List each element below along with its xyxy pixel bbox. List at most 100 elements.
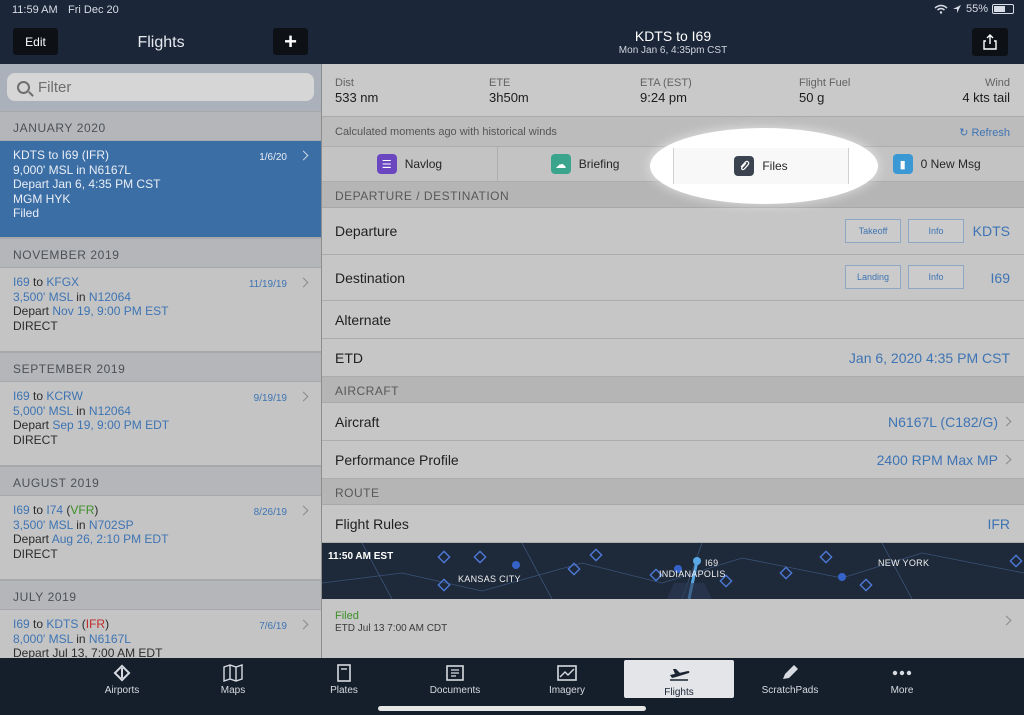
tab-airports[interactable]: Airports	[67, 658, 177, 699]
destination-info-button[interactable]: Info	[908, 265, 964, 289]
flight-date: 9/19/19	[253, 393, 287, 404]
battery-icon	[992, 4, 1014, 14]
section-aircraft: AIRCRAFT	[322, 377, 1024, 403]
section-header-january-2020: JANUARY 2020	[0, 111, 321, 141]
row-alternate[interactable]: Alternate	[322, 301, 1024, 339]
landing-button[interactable]: Landing	[845, 265, 901, 289]
tab-navlog[interactable]: ☰ Navlog	[322, 147, 498, 181]
status-right: 55%	[934, 3, 1014, 15]
flight-date: 11/19/19	[248, 279, 287, 290]
filter-input[interactable]: Filter	[7, 73, 314, 101]
documents-icon	[446, 665, 464, 681]
flight-item-i69-i74[interactable]: I69 to I74 (VFR) 3,500' MSL in N702SP De…	[0, 496, 321, 580]
tab-briefing[interactable]: ☁ Briefing	[498, 147, 674, 181]
stat-wind: Wind 4 kts tail	[962, 77, 1010, 105]
stat-fuel: Flight Fuel 50 g	[799, 77, 851, 105]
filter-bar: Filter	[0, 64, 321, 111]
flight-item-kdts-i69[interactable]: KDTS to I69 (IFR) 9,000' MSL in N6167L D…	[0, 141, 321, 238]
flight-route-type: DIRECT	[13, 432, 58, 447]
share-icon	[983, 34, 997, 50]
section-header-july-2019: JULY 2019	[0, 580, 321, 610]
map-label-kansas-city: KANSAS CITY	[458, 574, 521, 584]
row-aircraft[interactable]: Aircraft N6167L (C182/G)	[322, 403, 1024, 441]
stat-eta: ETA (EST) 9:24 pm	[640, 77, 692, 105]
location-arrow-icon	[952, 5, 961, 13]
flight-route-type: DIRECT	[13, 546, 58, 561]
flight-item-i69-kdts[interactable]: I69 to KDTS (IFR) 8,000' MSL in N6167L D…	[0, 610, 321, 658]
map-label-i69: I69	[705, 558, 719, 568]
flight-depart: Depart Jan 6, 4:35 PM CST	[13, 177, 161, 191]
flight-depart: Depart Nov 19, 9:00 PM EST	[13, 304, 169, 318]
flight-item-i69-kcrw[interactable]: I69 to KCRW 5,000' MSL in N12064 Depart …	[0, 382, 321, 466]
aircraft-value: N6167L (C182/G)	[888, 413, 998, 430]
tab-flights[interactable]: Flights	[624, 660, 734, 698]
map-label-new-york: NEW YORK	[878, 558, 930, 568]
search-icon	[17, 80, 30, 94]
tab-files-label: Files	[762, 159, 788, 173]
flight-date: 8/26/19	[253, 507, 287, 518]
flight-route-fixes: MGM HYK	[13, 191, 71, 206]
share-button[interactable]	[972, 28, 1008, 56]
filter-placeholder: Filter	[38, 78, 72, 96]
flight-date: 1/6/20	[259, 152, 287, 163]
chevron-right-icon	[1001, 416, 1012, 427]
flight-route-type: DIRECT	[13, 318, 58, 333]
tab-maps[interactable]: Maps	[178, 658, 288, 699]
tab-imagery[interactable]: Imagery	[512, 658, 622, 699]
map-timestamp: 11:50 AM EST	[328, 551, 394, 562]
takeoff-button[interactable]: Takeoff	[845, 219, 901, 243]
section-header-november-2019: NOVEMBER 2019	[0, 238, 321, 268]
departure-info-button[interactable]: Info	[908, 219, 964, 243]
flights-list-panel: Filter JANUARY 2020 KDTS to I69 (IFR) 9,…	[0, 64, 322, 658]
tab-files[interactable]: Files	[673, 148, 849, 184]
message-icon: ▮	[892, 154, 913, 174]
row-performance-profile[interactable]: Performance Profile 2400 RPM Max MP	[322, 441, 1024, 479]
flight-depart: Depart Jul 13, 7:00 AM EDT	[13, 646, 163, 658]
tab-scratchpads[interactable]: ScratchPads	[735, 658, 845, 699]
row-etd[interactable]: ETD Jan 6, 2020 4:35 PM CST	[322, 339, 1024, 377]
row-departure[interactable]: Departure Takeoff Info KDTS	[322, 208, 1024, 255]
flight-depart: Depart Aug 26, 2:10 PM EDT	[13, 532, 169, 546]
battery-percent: 55%	[965, 3, 988, 15]
flight-subtitle: Mon Jan 6, 4:35pm CST	[618, 45, 728, 56]
status-time: 11:59 AM	[12, 4, 58, 16]
pencil-icon	[783, 665, 798, 679]
performance-profile-label: Performance Profile	[335, 451, 459, 468]
calculation-bar: Calculated moments ago with historical w…	[322, 117, 1024, 146]
destination-value: I69	[990, 269, 1010, 286]
etd-label: ETD	[335, 349, 363, 366]
status-date: Fri Dec 20	[68, 4, 119, 16]
refresh-button[interactable]: ↻ Refresh	[959, 126, 1010, 139]
departure-label: Departure	[335, 223, 398, 239]
row-destination[interactable]: Destination Landing Info I69	[322, 255, 1024, 301]
filed-status: Filed	[335, 610, 359, 622]
route-map-preview[interactable]: 11:50 AM EST KANSAS CITY INDIANAPOLIS I6…	[322, 543, 1024, 599]
flight-stats: Dist 533 nm ETE 3h50m ETA (EST) 9:24 pm Fli…	[322, 64, 1024, 117]
tab-plates[interactable]: Plates	[289, 658, 399, 699]
stat-dist: Dist 533 nm	[335, 77, 379, 105]
status-bar: 11:59 AM Fri Dec 20 55%	[0, 0, 1024, 20]
airports-icon	[113, 664, 131, 682]
add-flight-button[interactable]: +	[273, 28, 308, 55]
section-route: ROUTE	[322, 479, 1024, 505]
row-flight-rules[interactable]: Flight Rules IFR	[322, 505, 1024, 543]
etd-value: Jan 6, 2020 4:35 PM CST	[848, 349, 1010, 366]
paperclip-icon	[734, 156, 755, 176]
flight-status: Filed	[13, 206, 40, 220]
imagery-icon	[557, 665, 577, 681]
filed-status-row[interactable]: Filed ETD Jul 13 7:00 AM CDT	[322, 599, 1024, 643]
flight-detail-header: KDTS to I69 Mon Jan 6, 4:35pm CST	[322, 20, 1024, 64]
section-header-august-2019: AUGUST 2019	[0, 466, 321, 496]
flight-title: KDTS to I69	[634, 28, 712, 44]
filed-etd: ETD Jul 13 7:00 AM CDT	[335, 623, 448, 634]
home-indicator	[378, 706, 646, 711]
alternate-label: Alternate	[335, 311, 392, 328]
tab-more[interactable]: More	[847, 658, 957, 699]
flight-item-i69-kfgx[interactable]: I69 to KFGX 3,500' MSL in N12064 Depart …	[0, 268, 321, 352]
cloud-icon: ☁	[550, 154, 571, 174]
tab-documents[interactable]: Documents	[400, 658, 510, 699]
performance-profile-value: 2400 RPM Max MP	[876, 451, 998, 468]
flights-header: Edit Flights +	[0, 20, 322, 64]
plates-icon	[337, 664, 351, 682]
chevron-right-icon	[1001, 454, 1012, 465]
